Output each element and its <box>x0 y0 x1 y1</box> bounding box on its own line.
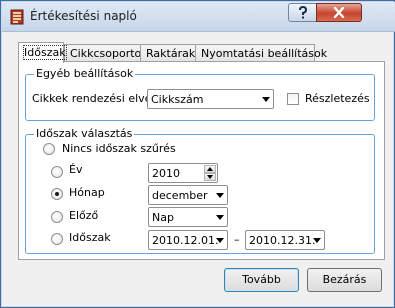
group-title: Egyéb beállítások <box>34 67 136 80</box>
close-icon <box>333 7 345 18</box>
other-settings-group: Egyéb beállítások Cikkek rendezési elve … <box>25 67 375 121</box>
tab-label: Időszak <box>23 45 67 60</box>
period-selection-group: Időszak választás Nincs időszak szűrés É… <box>25 127 375 254</box>
previous-value: Nap <box>152 211 174 224</box>
detail-checkbox[interactable] <box>287 93 299 105</box>
year-spinner[interactable]: 2010 <box>148 163 218 183</box>
previous-label: Előző <box>69 209 99 222</box>
spinner-buttons <box>204 165 216 181</box>
tab-print-settings[interactable]: Nyomtatási beállítások <box>195 44 327 62</box>
month-radio[interactable] <box>51 188 63 200</box>
tab-warehouses[interactable]: Raktárak <box>140 44 198 62</box>
month-value: december <box>152 189 208 202</box>
previous-select[interactable]: Nap <box>148 207 228 227</box>
range-radio[interactable] <box>51 233 63 245</box>
window-title: Értékesítési napló <box>30 9 137 23</box>
tab-label: Raktárak <box>146 47 196 60</box>
range-to-select[interactable]: 2010.12.31. <box>245 230 325 250</box>
tab-panel-period: Egyéb beállítások Cikkek rendezési elve … <box>18 61 385 260</box>
title-bar: Értékesítési napló <box>2 2 395 32</box>
chevron-down-icon <box>313 238 321 243</box>
chevron-down-icon <box>262 97 270 102</box>
sort-order-label: Cikkek rendezési elve : <box>32 92 159 105</box>
range-from-value: 2010.12.01. <box>152 234 219 247</box>
close-window-button[interactable] <box>316 3 362 22</box>
range-to-value: 2010.12.31. <box>249 234 316 247</box>
range-from-select[interactable]: 2010.12.01. <box>148 230 228 250</box>
help-icon <box>298 6 307 19</box>
no-filter-radio[interactable] <box>43 143 55 155</box>
range-separator: – <box>234 233 240 246</box>
close-button[interactable]: Bezárás <box>307 268 382 292</box>
spinner-down-icon[interactable] <box>204 173 216 181</box>
help-button[interactable] <box>288 3 317 22</box>
range-label: Időszak <box>69 231 111 244</box>
year-label: Év <box>69 163 83 176</box>
previous-radio[interactable] <box>51 211 63 223</box>
year-radio[interactable] <box>51 166 63 178</box>
chevron-down-icon <box>216 238 224 243</box>
no-filter-label: Nincs időszak szűrés <box>62 142 176 155</box>
tab-period[interactable]: Időszak <box>18 42 67 63</box>
group-title: Időszak választás <box>34 127 135 140</box>
year-value: 2010 <box>152 167 180 180</box>
next-button[interactable]: Tovább <box>224 268 299 292</box>
chevron-down-icon <box>216 215 224 220</box>
sort-order-value: Cikkszám <box>151 93 204 106</box>
tab-label: Cikkcsoportok <box>70 47 148 60</box>
dialog-window: Értékesítési napló Időszak Cikkcsoportok… <box>0 0 395 308</box>
month-label: Hónap <box>69 186 105 199</box>
app-icon <box>10 9 24 25</box>
chevron-down-icon <box>216 193 224 198</box>
spinner-up-icon[interactable] <box>204 165 216 173</box>
tab-label: Nyomtatási beállítások <box>201 47 328 60</box>
sort-order-select[interactable]: Cikkszám <box>147 89 274 109</box>
detail-label: Részletezés <box>305 92 370 105</box>
month-select[interactable]: december <box>148 185 228 205</box>
